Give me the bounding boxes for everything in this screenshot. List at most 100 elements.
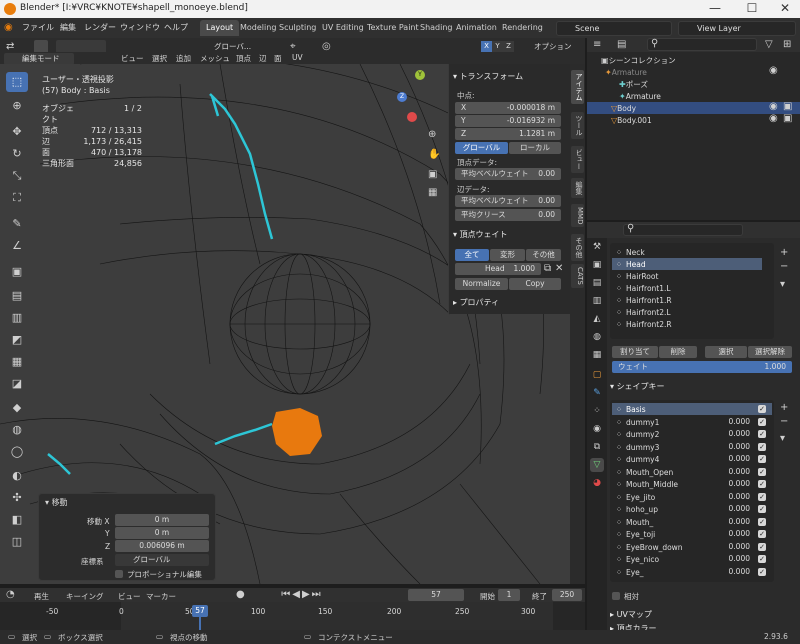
menu-add[interactable]: 追加	[176, 53, 191, 64]
remove-shape-key-icon[interactable]: −	[780, 415, 788, 429]
assign-button[interactable]: 割り当て	[612, 346, 658, 358]
menu-window[interactable]: ウィンドウ	[120, 22, 160, 33]
weights-other-toggle[interactable]: その他	[526, 249, 561, 261]
menu-view[interactable]: ビュー	[121, 53, 144, 64]
mesh-data-props-icon[interactable]: ▽	[590, 458, 604, 472]
playback-controls-icon[interactable]: ⏮◀▶⏭	[262, 588, 342, 602]
start-frame-field[interactable]: 1	[498, 589, 520, 601]
record-icon[interactable]: ●	[236, 588, 245, 602]
visibility-eye-icon[interactable]: ◉	[769, 112, 778, 126]
shape-key-mute-checkbox[interactable]: ✓	[758, 430, 766, 438]
list-item[interactable]: ⁘ Hairfront2.L	[612, 306, 762, 318]
select-button[interactable]: 選択	[705, 346, 747, 358]
physics-props-icon[interactable]: ◉	[590, 422, 604, 436]
shape-key-mute-checkbox[interactable]: ✓	[758, 417, 766, 426]
particles-props-icon[interactable]: ⁘	[590, 404, 604, 418]
playhead[interactable]: 57	[192, 605, 208, 617]
remove-button[interactable]: 削除	[659, 346, 697, 358]
navigation-gizmo[interactable]: Y Z	[397, 70, 443, 126]
paste-weight-icon[interactable]: ⧉	[544, 262, 551, 276]
menu-select[interactable]: 選択	[152, 53, 167, 64]
shape-key-row[interactable]: ⁘ hoho_up 0.000 ✓	[612, 503, 772, 515]
options-menu[interactable]: オプション	[534, 41, 572, 52]
constraints-props-icon[interactable]: ⧉	[590, 440, 604, 454]
annotate-tool[interactable]: ✎	[6, 214, 28, 234]
extrude-tool[interactable]: ▤	[6, 286, 28, 306]
shape-key-row[interactable]: ⁘ dummy4 0.000 ✓	[612, 453, 772, 465]
shrink-tool[interactable]: ✣	[6, 488, 28, 508]
transform-tool[interactable]: ⛶	[6, 188, 28, 208]
shape-key-row[interactable]: ⁘ Basis ✓	[612, 403, 772, 415]
median-x-field[interactable]: X -0.000018 m	[455, 102, 561, 114]
list-item[interactable]: ⁘ Hairfront2.R	[612, 318, 762, 330]
shape-key-mute-checkbox[interactable]: ✓	[758, 455, 766, 463]
remove-group-icon[interactable]: −	[780, 260, 788, 274]
properties-search[interactable]	[623, 224, 743, 236]
measure-tool[interactable]: ∠	[6, 236, 28, 256]
collection-props-icon[interactable]: ▦	[590, 348, 604, 362]
render-props-icon[interactable]: ▣	[590, 258, 604, 272]
list-item[interactable]: ⁘ Hairfront1.R	[612, 294, 762, 306]
shape-key-value[interactable]: 0.000	[729, 528, 750, 540]
weights-all-toggle[interactable]: 全て	[455, 249, 489, 261]
object-props-icon[interactable]: ▢	[590, 368, 604, 382]
shape-key-value[interactable]: 0.000	[729, 541, 750, 553]
knife-tool[interactable]: ◪	[6, 374, 28, 394]
shape-key-row[interactable]: ⁘ EyeBrow_down 0.000 ✓	[612, 541, 772, 553]
transform-header[interactable]: ▾ トランスフォーム	[453, 70, 523, 84]
shape-key-value[interactable]: 0.000	[729, 428, 750, 440]
shape-key-row[interactable]: ⁘ Eye_nico 0.000 ✓	[612, 553, 772, 565]
relative-checkbox[interactable]	[612, 592, 620, 600]
menu-mesh[interactable]: メッシュ	[200, 53, 230, 64]
mirror-y-toggle[interactable]: Y	[492, 41, 503, 52]
shape-key-row[interactable]: ⁘ Eye_jito 0.000 ✓	[612, 491, 772, 503]
shape-key-menu-icon[interactable]: ▾	[780, 432, 785, 446]
shape-key-mute-checkbox[interactable]: ✓	[758, 405, 766, 413]
move-x-field[interactable]: 0 m	[115, 514, 209, 526]
head-weight-field[interactable]: Head 1.000	[455, 263, 541, 275]
shape-key-mute-checkbox[interactable]: ✓	[758, 542, 766, 551]
shear-tool[interactable]: ◧	[6, 510, 28, 530]
menu-file[interactable]: ファイル	[22, 22, 54, 33]
shape-key-value[interactable]: 0.000	[729, 491, 750, 503]
new-collection-icon[interactable]: ⊞	[783, 38, 791, 52]
delete-weight-icon[interactable]: ✕	[555, 262, 563, 276]
poly-build-tool[interactable]: ◆	[6, 398, 28, 418]
shape-key-value[interactable]: 0.000	[729, 503, 750, 515]
shape-key-value[interactable]: 0.000	[729, 566, 750, 578]
tab-tool[interactable]: ツール	[571, 112, 584, 139]
shape-key-row[interactable]: ⁘ Mouth_ 0.000 ✓	[612, 516, 772, 528]
mirror-z-toggle[interactable]: Z	[503, 41, 514, 52]
close-button[interactable]: ✕	[770, 1, 800, 15]
camera-icon[interactable]: ▣	[428, 168, 437, 182]
redo-title[interactable]: ▾ 移動	[45, 497, 68, 508]
global-toggle[interactable]: グローバル	[455, 142, 508, 154]
uvmap-header[interactable]: ▸ UVマップ	[610, 608, 652, 622]
edge-bevel-weight-field[interactable]: 平均ベベルウェイト 0.00	[455, 195, 561, 207]
move-y-field[interactable]: 0 m	[115, 527, 209, 539]
median-y-field[interactable]: Y -0.016932 m	[455, 115, 561, 127]
menu-render[interactable]: レンダー	[84, 22, 116, 33]
view-menu[interactable]: ビュー	[118, 591, 141, 602]
tab-edit[interactable]: 編集	[571, 178, 584, 198]
add-cube-tool[interactable]: ▣	[6, 262, 28, 282]
menu-uv[interactable]: UV	[292, 53, 303, 62]
shape-key-value[interactable]: 0.000	[729, 441, 750, 453]
vertex-weights-header[interactable]: ▾ 頂点ウェイト	[453, 228, 508, 242]
playback-menu[interactable]: 再生	[34, 591, 49, 602]
outliner-row-pose[interactable]: ✚ポーズ	[587, 78, 800, 90]
shape-key-value[interactable]: 0.000	[729, 416, 750, 428]
vertex-bevel-weight-field[interactable]: 平均ベベルウェイト 0.00	[455, 168, 561, 180]
select-box-tool[interactable]: ⬚	[6, 72, 28, 92]
shape-key-value[interactable]: 0.000	[729, 466, 750, 478]
loopcut-tool[interactable]: ▦	[6, 352, 28, 372]
material-props-icon[interactable]: ◕	[590, 476, 604, 490]
shape-key-row[interactable]: ⁘ Eye_ 0.000 ✓	[612, 566, 772, 578]
weights-deform-toggle[interactable]: 変形	[490, 249, 525, 261]
tab-other[interactable]: その他	[571, 234, 584, 261]
list-item[interactable]: ⁘ Head	[612, 258, 762, 270]
shape-key-mute-checkbox[interactable]: ✓	[758, 505, 766, 513]
axis-x-icon[interactable]	[407, 112, 417, 122]
shape-key-row[interactable]: ⁘ dummy2 0.000 ✓	[612, 428, 772, 440]
menu-edit[interactable]: 編集	[60, 22, 76, 33]
